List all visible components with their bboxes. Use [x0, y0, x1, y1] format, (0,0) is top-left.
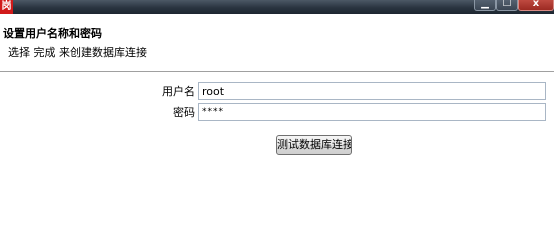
page-title: 设置用户名称和密码 [3, 27, 102, 40]
maximize-icon: ☐ [502, 0, 512, 9]
password-field[interactable] [198, 103, 546, 121]
username-field[interactable] [198, 82, 546, 100]
close-button[interactable]: x [518, 0, 554, 11]
password-label: 密码 [173, 106, 195, 119]
maximize-button[interactable]: ☐ [496, 0, 518, 11]
connection-form: 用户名 密码 测试数据库连接 [0, 73, 554, 243]
minimize-button[interactable]: ▁ [474, 0, 496, 11]
window-titlebar[interactable]: 岗 ▁ ☐ x [0, 0, 554, 14]
app-icon[interactable]: 岗 [0, 0, 13, 14]
username-label: 用户名 [162, 85, 195, 98]
test-connection-button[interactable]: 测试数据库连接 [276, 135, 352, 155]
page-description: 选择 完成 来创建数据库连接 [8, 46, 147, 59]
close-icon: x [532, 0, 540, 9]
minimize-icon: ▁ [481, 0, 489, 9]
wizard-header: 设置用户名称和密码 选择 完成 来创建数据库连接 [0, 14, 554, 71]
